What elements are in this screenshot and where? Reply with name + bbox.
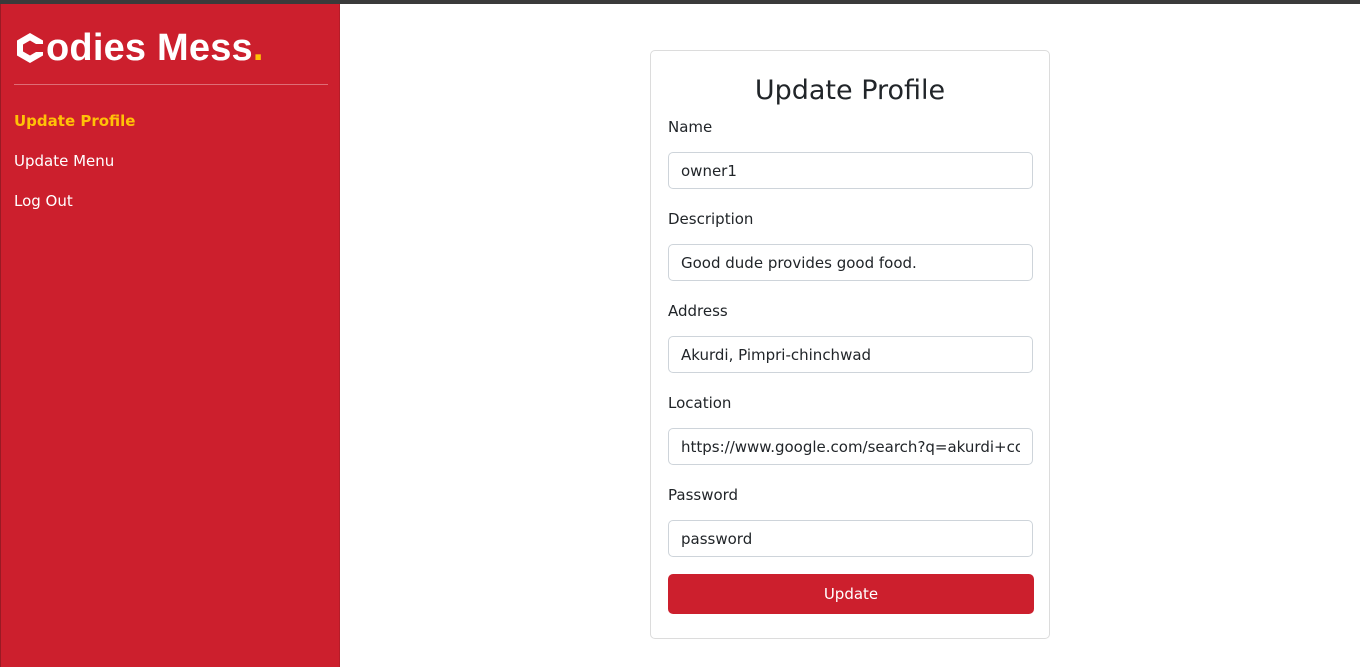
password-field[interactable]	[668, 520, 1033, 557]
location-label: Location	[668, 394, 732, 412]
page-title: Update Profile	[754, 75, 946, 106]
name-label: Name	[668, 118, 713, 136]
brand-text: odies Mess	[46, 27, 253, 69]
name-field[interactable]	[668, 152, 1033, 189]
codies-logo-icon	[17, 33, 43, 63]
brand-dot: .	[252, 27, 264, 69]
brand-logo[interactable]: odies Mess.	[14, 26, 264, 70]
address-label: Address	[668, 302, 728, 320]
address-field[interactable]	[668, 336, 1033, 373]
password-label: Password	[668, 486, 739, 504]
sidebar: odies Mess. Update Profile Update Menu L…	[0, 4, 340, 667]
update-button[interactable]: Update	[668, 574, 1034, 614]
sidebar-divider	[14, 84, 328, 85]
sidebar-item-update-menu[interactable]: Update Menu	[14, 151, 135, 171]
sidebar-nav: Update Profile Update Menu Log Out	[14, 111, 135, 231]
sidebar-item-log-out[interactable]: Log Out	[14, 191, 135, 211]
location-field[interactable]	[668, 428, 1033, 465]
description-field[interactable]	[668, 244, 1033, 281]
update-profile-form: Update Profile Name Description Address …	[650, 50, 1050, 639]
description-label: Description	[668, 210, 754, 228]
sidebar-item-update-profile[interactable]: Update Profile	[14, 111, 135, 131]
